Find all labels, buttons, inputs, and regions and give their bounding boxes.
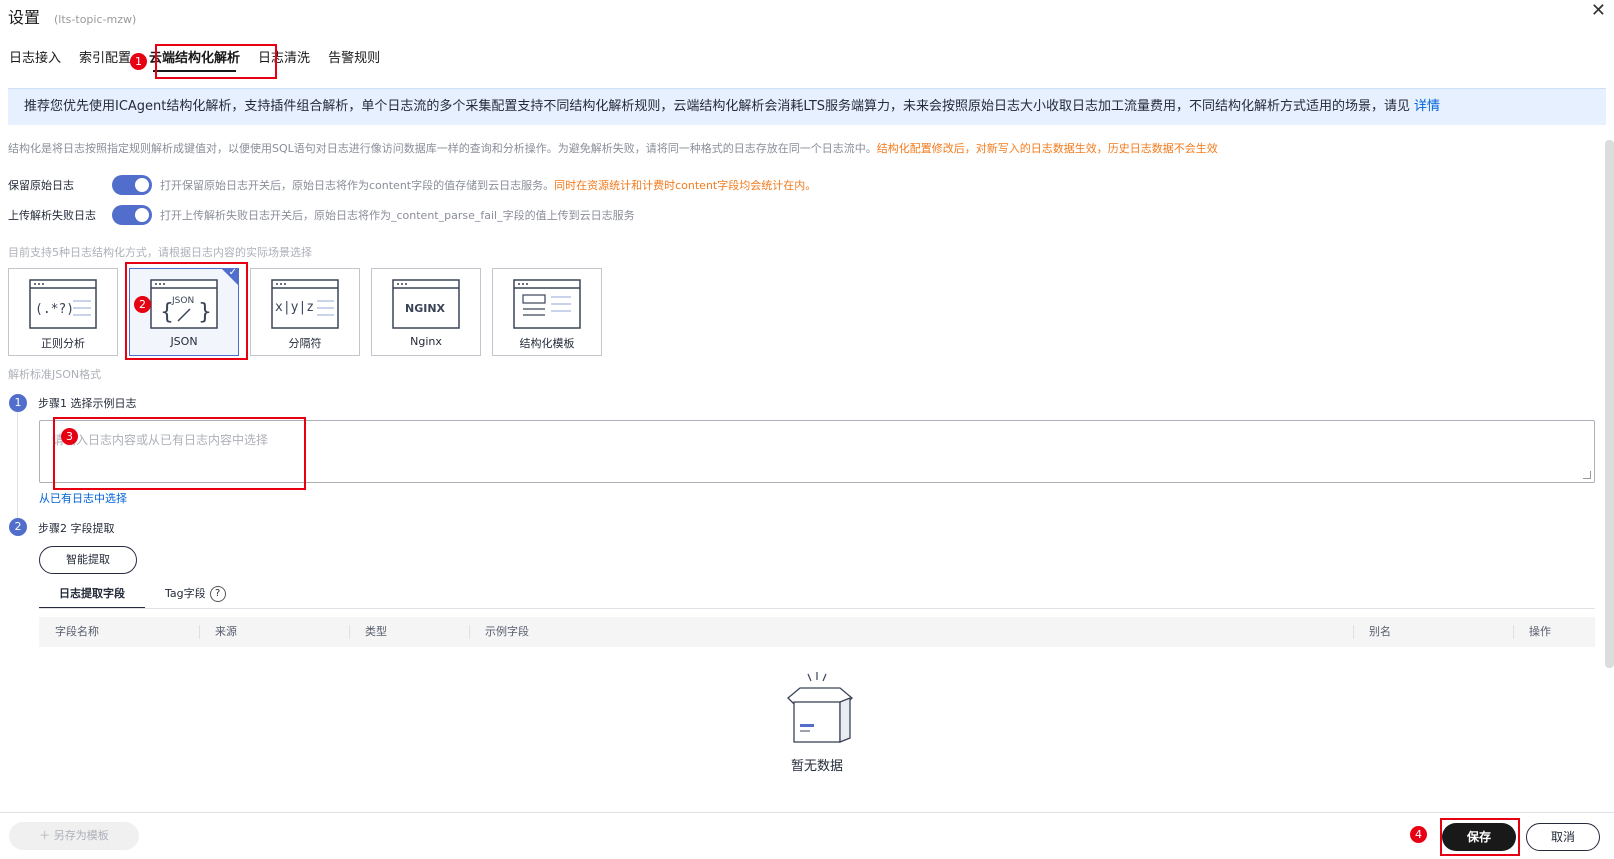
tab-log-cleaning[interactable]: 日志清洗 bbox=[249, 44, 319, 74]
keep-raw-log-hint-text: 打开保留原始日志开关后，原始日志将作为content字段的值存储到云日志服务。 bbox=[160, 179, 555, 192]
subtab-tag-fields-label: Tag字段 bbox=[165, 587, 206, 600]
regex-icon: (.*?) bbox=[29, 279, 97, 329]
subtab-divider bbox=[39, 608, 1595, 609]
col-sample-field: 示例字段 bbox=[469, 617, 1353, 647]
sample-log-placeholder: 请输入日志内容或从已有日志内容中选择 bbox=[52, 433, 269, 447]
svg-text:JSON: JSON bbox=[171, 296, 194, 306]
plus-icon: ＋ bbox=[39, 829, 54, 842]
step2-label: 步骤2 字段提取 bbox=[38, 522, 115, 535]
smart-extract-button[interactable]: 智能提取 bbox=[39, 546, 137, 574]
col-type: 类型 bbox=[349, 617, 469, 647]
upload-fail-log-switch[interactable] bbox=[112, 205, 152, 225]
tab-log-ingestion[interactable]: 日志接入 bbox=[0, 44, 70, 74]
annotation-badge-3: 3 bbox=[61, 428, 78, 445]
empty-box-icon bbox=[787, 672, 853, 743]
cancel-button[interactable]: 取消 bbox=[1526, 823, 1600, 851]
tab-cloud-structuring[interactable]: 云端结构化解析 bbox=[140, 44, 249, 74]
step2-number: 2 bbox=[9, 518, 27, 536]
method-label-json: JSON bbox=[170, 335, 198, 348]
footer-divider bbox=[0, 812, 1614, 813]
method-label-regex: 正则分析 bbox=[41, 337, 85, 350]
notice-details-link[interactable]: 详情 bbox=[1414, 99, 1440, 114]
svg-text:}: } bbox=[198, 300, 212, 325]
help-icon[interactable]: ? bbox=[209, 586, 226, 602]
col-action: 操作 bbox=[1513, 617, 1595, 647]
annotation-badge-2: 2 bbox=[134, 296, 151, 313]
dialog-title: 设置 bbox=[8, 8, 41, 27]
steps-connector bbox=[17, 411, 18, 524]
col-field-name: 字段名称 bbox=[55, 625, 99, 638]
notice-text: 推荐您优先使用ICAgent结构化解析，支持插件组合解析，单个日志流的多个采集配… bbox=[24, 99, 1411, 114]
svg-text:NGINX: NGINX bbox=[405, 302, 446, 315]
select-existing-log-link[interactable]: 从已有日志中选择 bbox=[39, 490, 127, 506]
selected-check-icon: ✓ bbox=[228, 267, 237, 278]
col-source: 来源 bbox=[199, 617, 349, 647]
step1-number: 1 bbox=[9, 394, 27, 412]
save-button[interactable]: 保存 bbox=[1442, 823, 1516, 851]
tab-alarm-rules[interactable]: 告警规则 bbox=[319, 44, 389, 74]
settings-tabs: 日志接入 索引配置 云端结构化解析 日志清洗 告警规则 bbox=[0, 44, 389, 74]
keep-raw-log-hint: 打开保留原始日志开关后，原始日志将作为content字段的值存储到云日志服务。同… bbox=[160, 177, 816, 193]
col-alias: 别名 bbox=[1353, 617, 1513, 647]
step1-label: 步骤1 选择示例日志 bbox=[38, 397, 137, 410]
method-label-delimiter: 分隔符 bbox=[288, 337, 322, 350]
structuring-methods: (.*?) 正则分析 ✓ { } JSON JSON x|y|z 分隔符 NGI… bbox=[8, 267, 613, 356]
nginx-icon: NGINX bbox=[392, 279, 460, 329]
parse-hint: 解析标准JSON格式 bbox=[8, 368, 102, 381]
methods-hint: 目前支持5种日志结构化方式，请根据日志内容的实际场景选择 bbox=[8, 246, 312, 259]
vertical-scrollbar[interactable] bbox=[1605, 140, 1614, 668]
notice-banner: 推荐您优先使用ICAgent结构化解析，支持插件组合解析，单个日志流的多个采集配… bbox=[8, 88, 1606, 125]
structuring-description: 结构化是将日志按照指定规则解析成键值对，以便使用SQL语句对日志进行像访问数据库… bbox=[8, 140, 1218, 156]
upload-fail-log-hint: 打开上传解析失败日志开关后，原始日志将作为_content_parse_fail… bbox=[160, 209, 635, 222]
method-card-delimiter[interactable]: x|y|z 分隔符 bbox=[250, 268, 360, 356]
keep-raw-log-row: 保留原始日志 打开保留原始日志开关后，原始日志将作为content字段的值存储到… bbox=[8, 175, 816, 195]
keep-raw-log-warning: 同时在资源统计和计费时content字段均会统计在内。 bbox=[554, 179, 817, 192]
svg-text:x|y|z: x|y|z bbox=[275, 300, 314, 315]
save-as-template-label: 另存为模板 bbox=[53, 829, 109, 842]
description-warning: 结构化配置修改后，对新写入的日志数据生效，历史日志数据不会生效 bbox=[876, 142, 1218, 155]
upload-fail-log-row: 上传解析失败日志 打开上传解析失败日志开关后，原始日志将作为_content_p… bbox=[8, 205, 635, 225]
keep-raw-log-switch[interactable] bbox=[112, 175, 152, 195]
empty-state: 暂无数据 bbox=[772, 668, 862, 774]
subtab-log-fields[interactable]: 日志提取字段 bbox=[39, 582, 145, 609]
dialog-header: 设置 (lts-topic-mzw) bbox=[8, 4, 137, 27]
template-icon bbox=[513, 279, 581, 329]
annotation-badge-1: 1 bbox=[130, 53, 147, 70]
empty-text: 暂无数据 bbox=[790, 759, 843, 774]
method-label-template: 结构化模板 bbox=[519, 337, 575, 350]
field-subtabs: 日志提取字段 Tag字段? bbox=[39, 582, 246, 609]
upload-fail-log-label: 上传解析失败日志 bbox=[8, 209, 96, 222]
dialog-subtitle: (lts-topic-mzw) bbox=[54, 13, 137, 26]
method-card-regex[interactable]: (.*?) 正则分析 bbox=[8, 268, 118, 356]
subtab-tag-fields[interactable]: Tag字段? bbox=[145, 582, 246, 606]
annotation-badge-4: 4 bbox=[1410, 826, 1427, 843]
description-text: 结构化是将日志按照指定规则解析成键值对，以便使用SQL语句对日志进行像访问数据库… bbox=[8, 142, 877, 155]
subtab-log-fields-label: 日志提取字段 bbox=[59, 587, 125, 600]
save-as-template-button[interactable]: ＋ 另存为模板 bbox=[9, 822, 139, 850]
keep-raw-log-label: 保留原始日志 bbox=[8, 179, 74, 192]
close-icon[interactable]: ✕ bbox=[1591, 0, 1606, 21]
resize-handle-icon[interactable] bbox=[1583, 471, 1591, 479]
svg-text:(.*?): (.*?) bbox=[35, 302, 74, 317]
method-card-template[interactable]: 结构化模板 bbox=[492, 268, 602, 356]
method-label-nginx: Nginx bbox=[410, 335, 442, 348]
delimiter-icon: x|y|z bbox=[271, 279, 339, 329]
sample-log-textarea[interactable]: 请输入日志内容或从已有日志内容中选择 bbox=[39, 420, 1595, 483]
method-card-nginx[interactable]: NGINX Nginx bbox=[371, 268, 481, 356]
json-icon: { } JSON bbox=[150, 279, 218, 329]
fields-table-header: 字段名称 来源 类型 示例字段 别名 操作 bbox=[39, 617, 1595, 647]
